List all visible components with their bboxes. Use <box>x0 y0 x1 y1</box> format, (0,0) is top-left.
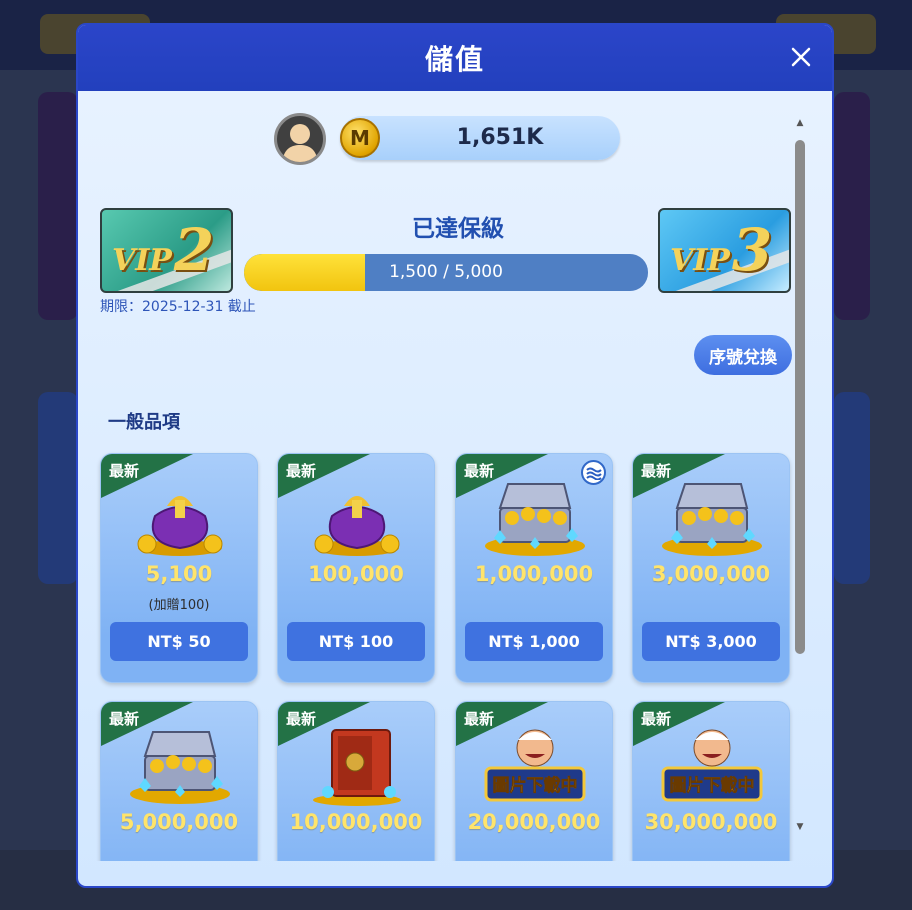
scrollbar[interactable]: ▲ ▼ <box>792 116 808 838</box>
vip-current-label: VIP <box>112 243 172 278</box>
mascot-downloading-icon: 圖片下載中 <box>657 726 767 806</box>
svg-text:圖片下載中: 圖片下載中 <box>670 775 755 796</box>
vip-current-badge: VIP2 <box>100 208 233 293</box>
background-panel <box>38 92 78 320</box>
product-card[interactable]: 最新 1,000,000 NT$ 1,000 <box>455 453 613 683</box>
vip-next-label: VIP <box>670 243 730 278</box>
recharge-modal: 儲值 M 1,651K VIP2 期限：2025-12-31 截止 已達保級 1… <box>76 23 834 888</box>
buy-price-button[interactable]: NT$ 100 <box>287 622 425 661</box>
buy-price-button[interactable]: NT$ 3,000 <box>642 622 780 661</box>
buy-price-button[interactable]: NT$ 50 <box>110 622 248 661</box>
product-amount: 20,000,000 <box>467 810 601 834</box>
scrollbar-thumb[interactable] <box>795 140 805 654</box>
coin-icon: M <box>340 118 380 158</box>
coin-amount: 1,651K <box>456 125 544 150</box>
vip-current-number: 2 <box>173 216 215 284</box>
treasure-chest-icon <box>480 478 590 558</box>
modal-title: 儲值 <box>424 43 485 76</box>
avatar[interactable] <box>274 113 326 165</box>
treasure-chest-icon <box>657 478 767 558</box>
product-card[interactable]: 最新 圖片下載中 20,000,000NT$ 20,000 <box>455 701 613 861</box>
product-card[interactable]: 最新 100,000 NT$ 100 <box>277 453 435 683</box>
vip-expire-date: 期限：2025-12-31 截止 <box>100 299 256 315</box>
background-panel <box>38 392 78 584</box>
product-amount: 30,000,000 <box>644 810 778 834</box>
buy-price-button[interactable]: NT$ 1,000 <box>465 622 603 661</box>
product-bonus: (加贈100) <box>148 598 210 613</box>
product-amount: 5,100 <box>145 562 213 586</box>
vip-next-number: 3 <box>731 216 773 284</box>
product-card[interactable]: 最新 5,000,000NT$ 5,000 <box>100 701 258 861</box>
treasure-chest-icon <box>125 726 235 806</box>
product-card[interactable]: 最新 3,000,000 NT$ 3,000 <box>632 453 790 683</box>
product-amount: 5,000,000 <box>119 810 239 834</box>
mascot-downloading-icon: 圖片下載中 <box>480 726 590 806</box>
scroll-up-icon[interactable]: ▲ <box>795 118 805 128</box>
product-amount: 3,000,000 <box>651 562 771 586</box>
modal-content: M 1,651K VIP2 期限：2025-12-31 截止 已達保級 1,50… <box>78 91 808 861</box>
close-button[interactable] <box>786 42 816 72</box>
background-panel <box>834 392 870 584</box>
product-card[interactable]: 最新 5,100 (加贈100) NT$ 50 <box>100 453 258 683</box>
user-silhouette-icon <box>282 124 318 162</box>
section-title: 一般品項 <box>108 412 180 433</box>
red-safe-icon <box>302 726 412 806</box>
redeem-code-button[interactable]: 序號兌換 <box>694 335 792 375</box>
vip-status: 已達保級 <box>412 216 504 242</box>
vip-next-badge: VIP3 <box>658 208 791 293</box>
product-card[interactable]: 最新 圖片下載中 30,000,000NT$ 30,000 <box>632 701 790 861</box>
coin-balance: M 1,651K <box>340 116 620 160</box>
vip-progress-bar: 1,500 / 5,000 <box>244 254 648 291</box>
vip-progress-text: 1,500 / 5,000 <box>389 262 503 282</box>
background-panel <box>834 92 870 320</box>
product-amount: 1,000,000 <box>474 562 594 586</box>
product-amount: 10,000,000 <box>289 810 423 834</box>
purple-coin-bag-icon <box>302 478 412 558</box>
close-icon <box>791 47 811 67</box>
svg-text:圖片下載中: 圖片下載中 <box>493 775 578 796</box>
product-card[interactable]: 最新 10,000,000NT$ 10,000 <box>277 701 435 861</box>
product-amount: 100,000 <box>308 562 404 586</box>
purple-coin-bag-icon <box>125 478 235 558</box>
scroll-down-icon[interactable]: ▼ <box>795 822 805 832</box>
modal-header: 儲值 <box>78 25 832 91</box>
